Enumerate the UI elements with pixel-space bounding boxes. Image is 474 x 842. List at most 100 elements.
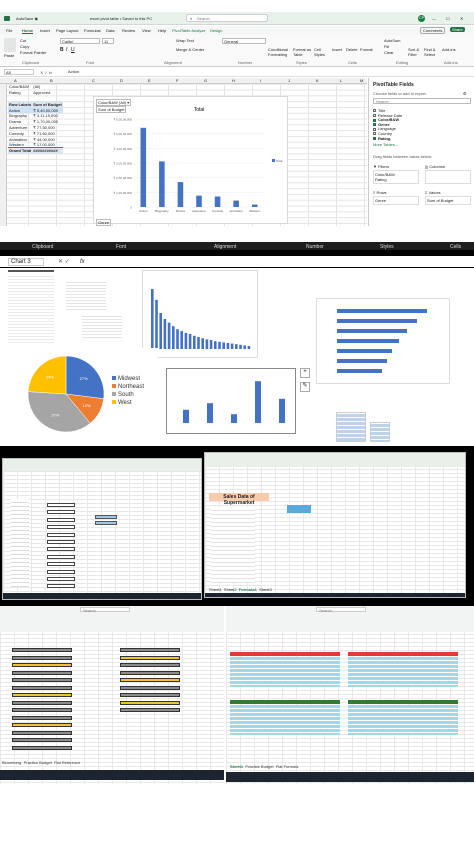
list-block[interactable]: [120, 693, 180, 697]
search-box[interactable]: ⌕ Search: [186, 14, 268, 22]
list-block[interactable]: [120, 708, 180, 712]
list-block[interactable]: [120, 700, 180, 705]
chart-styles-brush-icon[interactable]: ✎: [300, 382, 310, 392]
list-block[interactable]: [12, 678, 72, 682]
list-block[interactable]: [12, 715, 72, 720]
tab-home[interactable]: Home: [22, 28, 34, 34]
tab-formulas[interactable]: Formulas: [84, 28, 101, 33]
find-select-button[interactable]: Find & Select: [424, 47, 438, 57]
sheet-tab[interactable]: Sheet3: [259, 587, 272, 592]
list-block[interactable]: [12, 648, 72, 652]
list-block[interactable]: [120, 655, 180, 660]
format-button[interactable]: Format: [360, 47, 373, 52]
list-block[interactable]: [12, 708, 72, 712]
bar[interactable]: [196, 195, 202, 207]
pivot-row[interactable]: Adventure ₹ 77,50,000: [8, 125, 63, 131]
list-block[interactable]: [12, 738, 72, 742]
font-size-select[interactable]: 11: [102, 38, 114, 44]
field-search-input[interactable]: Search: [373, 98, 471, 104]
sheet-tab[interactable]: Flat Formula: [276, 764, 298, 769]
row-field[interactable]: Genre: [375, 198, 417, 203]
pivot-row[interactable]: Comedy ₹ 71,60,000: [8, 130, 63, 136]
pie-chart[interactable]: 27% 12% 37% 24% Midwest Northeast South West: [8, 348, 158, 438]
tab-pivottable-analyze[interactable]: PivotTable Analyze: [172, 28, 206, 33]
col-i[interactable]: I: [260, 78, 261, 83]
number-format-select[interactable]: General: [222, 38, 266, 44]
col-h[interactable]: H: [232, 78, 235, 83]
pivot-row[interactable]: Animation ₹ 44,00,000: [8, 136, 63, 142]
name-box[interactable]: Chart 3: [8, 258, 44, 266]
chart-elements-button[interactable]: +: [300, 368, 310, 378]
sum-budget-header[interactable]: Sum of Budget: [32, 101, 62, 107]
share-button[interactable]: Share: [450, 27, 465, 32]
filter-field[interactable]: Rating: [375, 177, 417, 182]
col-l[interactable]: L: [340, 78, 342, 83]
clear-button[interactable]: Clear: [384, 50, 394, 55]
sheet-tab[interactable]: Formula1: [239, 587, 257, 592]
list-block[interactable]: [12, 745, 72, 750]
wrap-text-button[interactable]: Wrap Text: [176, 38, 194, 43]
tab-page-layout[interactable]: Page Layout: [56, 28, 78, 33]
col-k[interactable]: K: [316, 78, 319, 83]
highlight-cell[interactable]: [95, 515, 117, 519]
bar[interactable]: [159, 161, 165, 207]
insert-button[interactable]: Insert: [332, 47, 342, 52]
list-block[interactable]: [120, 663, 180, 667]
list-block[interactable]: [12, 685, 72, 690]
col-b[interactable]: B: [50, 78, 53, 83]
minimize-icon[interactable]: —: [432, 16, 436, 21]
list-block[interactable]: [12, 730, 72, 735]
boxed-item[interactable]: [47, 577, 75, 581]
highlight-cell[interactable]: [95, 521, 117, 525]
sheet-tab[interactable]: Sheet1: [209, 587, 222, 592]
col-e[interactable]: E: [148, 78, 151, 83]
bar[interactable]: [177, 182, 184, 207]
underline-button[interactable]: U: [71, 47, 75, 53]
field-checkbox[interactable]: [373, 109, 376, 113]
paste-icon[interactable]: [4, 38, 16, 52]
col-c[interactable]: C: [92, 78, 95, 83]
close-icon[interactable]: ✕: [460, 16, 463, 21]
maximize-icon[interactable]: ☐: [446, 16, 450, 21]
value-field[interactable]: Sum of Budget: [427, 198, 469, 203]
boxed-item[interactable]: [47, 584, 75, 589]
avatar[interactable]: CP: [418, 15, 425, 22]
boxed-item[interactable]: [47, 547, 75, 552]
pivot-table[interactable]: Color/B&W (All) Rating Approved Row Labels…: [8, 84, 63, 154]
cell-styles-button[interactable]: Cell Styles: [314, 47, 330, 57]
list-block[interactable]: [12, 693, 72, 697]
font-select[interactable]: Calibri: [60, 38, 100, 44]
format-as-table-button[interactable]: Format as Table: [293, 47, 313, 57]
result-cells[interactable]: [287, 505, 311, 513]
conditional-formatting-button[interactable]: Conditional Formatting: [268, 47, 292, 57]
bold-button[interactable]: B: [60, 47, 64, 53]
copy-button[interactable]: Copy: [20, 44, 29, 49]
list-block[interactable]: [120, 648, 180, 652]
boxed-item[interactable]: [47, 562, 75, 567]
sheet-tab[interactable]: Practice Budget: [245, 764, 273, 769]
col-d[interactable]: D: [120, 78, 123, 83]
values-area[interactable]: Sum of Budget: [425, 196, 471, 205]
bar[interactable]: [233, 200, 239, 207]
sheet-tab[interactable]: Bloomberg: [2, 760, 21, 765]
bar[interactable]: [214, 196, 221, 207]
gear-icon[interactable]: ⚙: [463, 91, 467, 96]
fill-button[interactable]: Fill: [384, 44, 389, 49]
bar[interactable]: [251, 204, 258, 207]
italic-button[interactable]: I: [66, 47, 67, 53]
field-item[interactable]: Rating: [373, 136, 471, 141]
boxed-item[interactable]: [47, 532, 75, 537]
formula-input[interactable]: Action: [66, 69, 366, 75]
pivot-chart[interactable]: Color/B&W (All) ▾ Sum of Budget Genre To…: [93, 96, 288, 226]
boxed-item[interactable]: [47, 569, 75, 574]
row-labels-header[interactable]: Row Labels: [8, 101, 32, 107]
column-chart-small[interactable]: [142, 270, 258, 358]
sheet-tab[interactable]: Flat Reference: [54, 760, 80, 765]
col-a[interactable]: A: [14, 78, 17, 83]
tab-data[interactable]: Data: [106, 28, 114, 33]
columns-area[interactable]: [425, 170, 471, 184]
pivot-row[interactable]: Action ₹ 5,40,00,000: [8, 107, 63, 113]
name-box[interactable]: A5: [4, 69, 34, 75]
field-checkbox[interactable]: [373, 137, 376, 140]
search-box[interactable]: Search: [80, 607, 130, 613]
